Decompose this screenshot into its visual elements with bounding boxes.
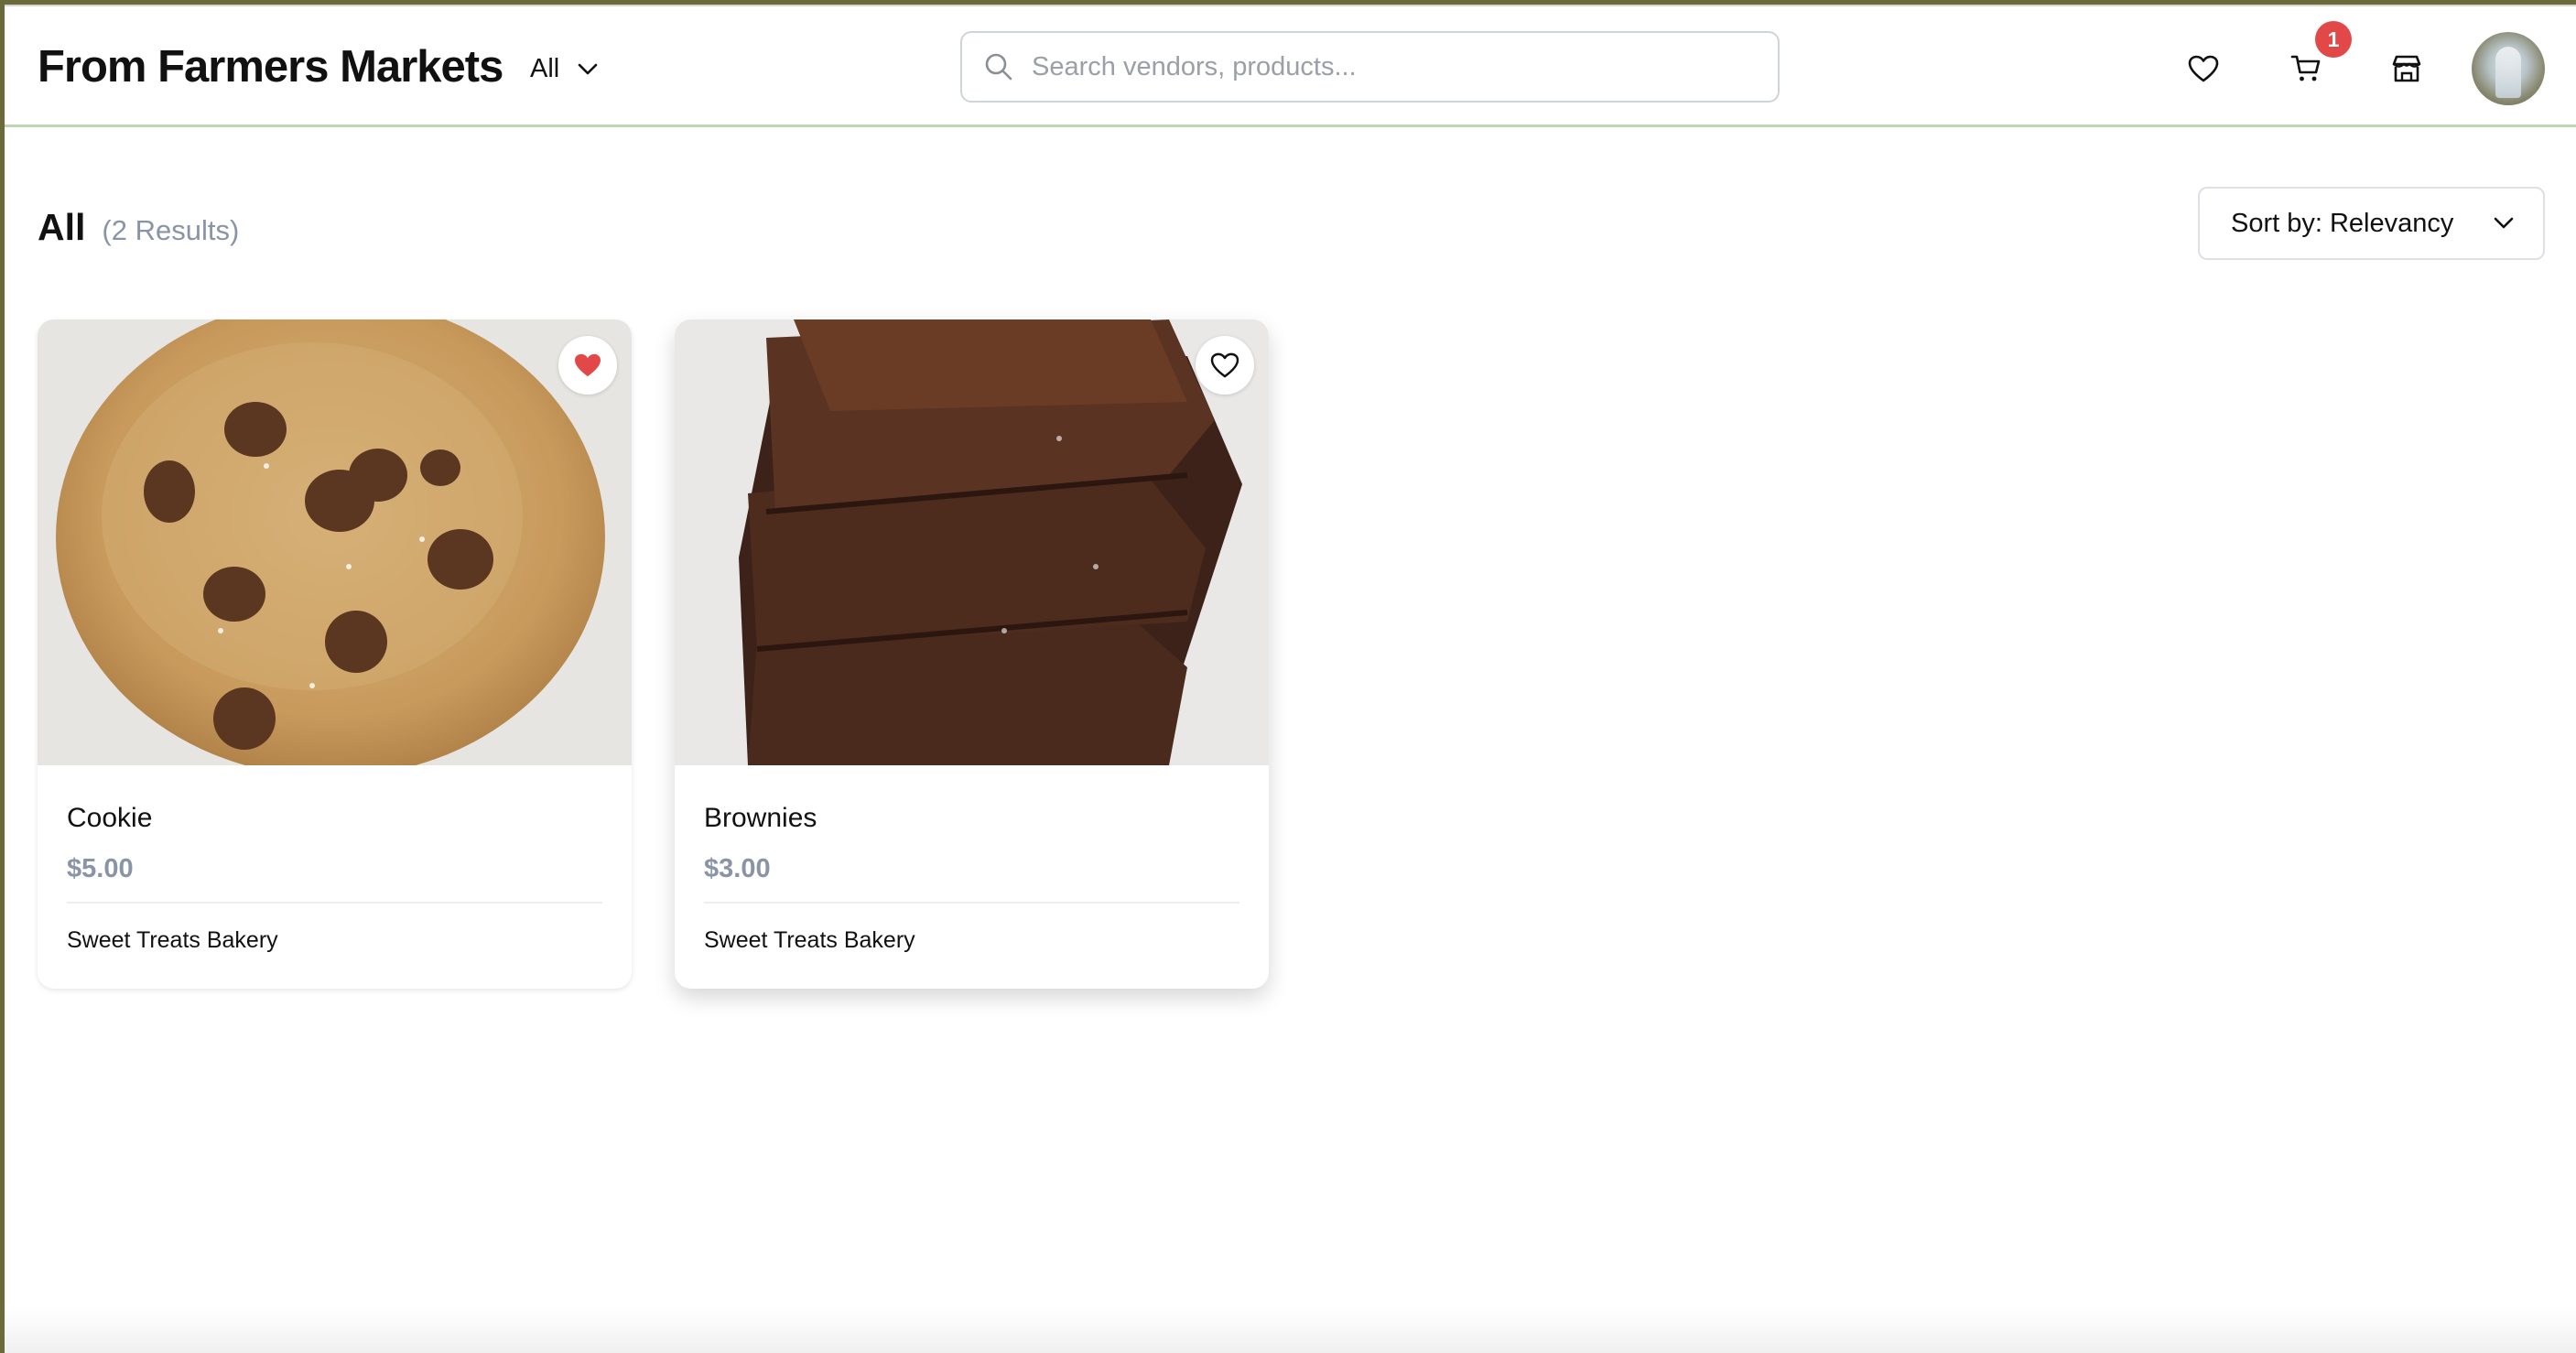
heart-filled-icon	[575, 353, 601, 377]
favorite-toggle[interactable]	[558, 336, 617, 395]
category-dropdown[interactable]: All	[530, 54, 598, 84]
heart-icon	[1210, 352, 1239, 378]
chevron-down-icon	[578, 63, 598, 74]
favorites-button[interactable]	[2185, 50, 2222, 87]
product-name: Cookie	[67, 803, 153, 833]
vendor-name[interactable]: Sweet Treats Bakery	[67, 927, 278, 954]
cart-icon	[2290, 55, 2321, 81]
sort-dropdown-label: Sort by: Relevancy	[2231, 208, 2454, 238]
sort-dropdown[interactable]: Sort by: Relevancy	[2198, 187, 2545, 260]
top-navbar: From Farmers Markets All Search vendors,…	[5, 6, 2576, 127]
user-avatar[interactable]	[2472, 32, 2545, 105]
cart-button[interactable]	[2288, 50, 2324, 87]
category-dropdown-label: All	[530, 54, 560, 83]
store-icon	[2392, 55, 2421, 82]
site-logo-text[interactable]: From Farmers Markets	[38, 41, 503, 92]
product-name: Brownies	[704, 803, 817, 833]
product-image	[38, 319, 632, 765]
search-icon	[984, 52, 1013, 81]
results-title: All	[38, 206, 86, 248]
cart-count-badge: 1	[2315, 21, 2352, 58]
bottom-edge-shade	[5, 1307, 2576, 1353]
product-price: $3.00	[704, 854, 771, 883]
search-input[interactable]	[1030, 50, 1748, 83]
product-card[interactable]: Brownies $3.00 Sweet Treats Bakery	[675, 319, 1269, 989]
results-heading: All (2 Results)	[38, 206, 239, 249]
product-card[interactable]: Cookie $5.00 Sweet Treats Bakery	[38, 319, 632, 989]
heart-icon	[2188, 55, 2219, 82]
store-button[interactable]	[2388, 50, 2425, 87]
results-count: (2 Results)	[102, 214, 240, 246]
search-bar[interactable]	[960, 31, 1780, 103]
avatar-photo	[2495, 47, 2521, 98]
card-divider	[704, 902, 1239, 904]
product-price: $5.00	[67, 854, 134, 883]
product-image	[675, 319, 1269, 765]
card-divider	[67, 902, 602, 904]
chevron-down-icon	[2494, 217, 2514, 229]
browser-window: From Farmers Markets All Search vendors,…	[5, 5, 2576, 1353]
vendor-name[interactable]: Sweet Treats Bakery	[704, 927, 915, 954]
favorite-toggle[interactable]	[1196, 336, 1254, 395]
